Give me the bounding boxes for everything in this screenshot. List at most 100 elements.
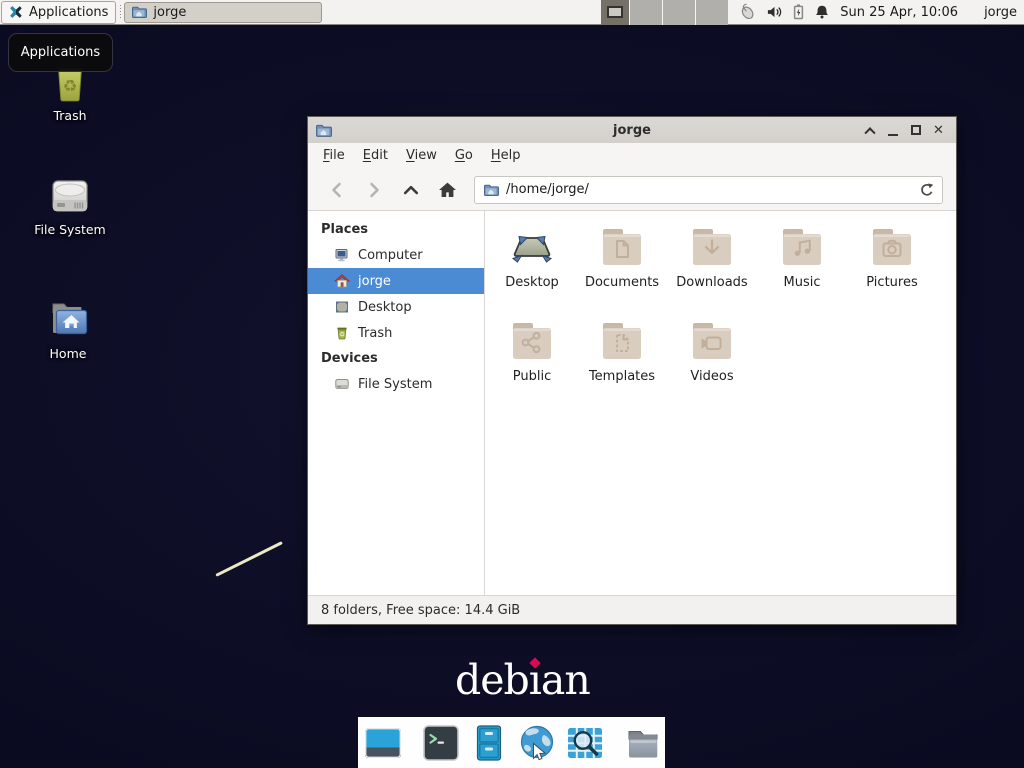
menu-help[interactable]: Help: [482, 143, 530, 169]
panel-handle[interactable]: [120, 5, 121, 19]
folder-item-downloads[interactable]: Downloads: [667, 223, 757, 307]
music-folder-icon: [778, 223, 826, 271]
status-text: 8 folders, Free space: 14.4 GiB: [321, 603, 520, 618]
window-titlebar[interactable]: jorge ✕: [308, 117, 956, 143]
system-tray: [737, 3, 830, 21]
reload-icon[interactable]: [918, 182, 934, 198]
folder-item-music[interactable]: Music: [757, 223, 847, 307]
desktop-icon: [334, 299, 350, 315]
taskbar-window-label: jorge: [153, 5, 186, 20]
menu-view[interactable]: View: [397, 143, 446, 169]
panel-username[interactable]: jorge: [984, 5, 1017, 20]
up-icon: [401, 180, 421, 200]
up-button[interactable]: [392, 175, 429, 205]
menu-bar: File Edit View Go Help: [308, 143, 956, 169]
minimize-icon: [888, 134, 898, 136]
forward-icon: [364, 180, 384, 200]
user-home-icon: [334, 273, 350, 289]
svg-text:♻: ♻: [63, 76, 78, 95]
folder-label: Templates: [589, 369, 655, 384]
menu-go[interactable]: Go: [446, 143, 482, 169]
videos-folder-icon: [688, 317, 736, 365]
documents-folder-icon: [598, 223, 646, 271]
volume-icon[interactable]: [766, 4, 783, 20]
file-cabinet-icon: [469, 723, 509, 763]
sidebar-header-devices: Devices: [308, 346, 484, 371]
back-button[interactable]: [318, 175, 355, 205]
sidebar-item-jorge[interactable]: jorge: [308, 268, 484, 294]
terminal-icon: [421, 723, 461, 763]
workspace-1[interactable]: [601, 0, 629, 25]
forward-button[interactable]: [355, 175, 392, 205]
sidebar-item-label: Trash: [358, 326, 392, 341]
file-manager-button[interactable]: [469, 722, 509, 764]
taskbar-window-button[interactable]: jorge: [124, 2, 322, 23]
svg-text:♻: ♻: [339, 331, 345, 339]
applications-tooltip: Applications: [8, 33, 113, 72]
shade-icon: [864, 127, 875, 138]
folder-icon-view: Desktop Documents Download: [485, 211, 956, 595]
directory-menu-button[interactable]: [623, 722, 663, 764]
downloads-folder-icon: [688, 223, 736, 271]
applications-menu-button[interactable]: Applications: [1, 1, 116, 24]
home-button[interactable]: [429, 175, 466, 205]
folder-label: Public: [513, 369, 551, 384]
folder-label: Videos: [690, 369, 733, 384]
sidebar-header-places: Places: [308, 217, 484, 242]
desktop-icon-label: File System: [20, 222, 120, 237]
folder-item-public[interactable]: Public: [487, 317, 577, 401]
desktop-special-icon: [508, 223, 556, 271]
folder-item-templates[interactable]: Templates: [577, 317, 667, 401]
folder-item-pictures[interactable]: Pictures: [847, 223, 937, 307]
status-bar: 8 folders, Free space: 14.4 GiB: [308, 595, 956, 624]
app-finder-icon: [565, 723, 605, 763]
desktop-icon-label: Home: [18, 346, 118, 361]
show-desktop-button[interactable]: [363, 722, 403, 764]
sidebar-item-label: Desktop: [358, 300, 412, 315]
terminal-button[interactable]: [421, 722, 461, 764]
folder-label: Desktop: [505, 275, 559, 290]
close-icon: ✕: [933, 124, 944, 137]
mouse-icon[interactable]: [737, 3, 757, 21]
workspace-4[interactable]: [695, 0, 728, 25]
show-desktop-icon: [363, 723, 403, 763]
battery-charging-icon[interactable]: [792, 3, 805, 21]
shade-button[interactable]: [858, 117, 881, 143]
web-browser-button[interactable]: [517, 722, 557, 764]
panel-clock[interactable]: Sun 25 Apr, 10:06: [840, 5, 958, 20]
hard-drive-icon: [20, 168, 120, 218]
folder-label: Documents: [585, 275, 659, 290]
places-sidebar: Places Computer jorge: [308, 211, 485, 595]
workspace-2[interactable]: [629, 0, 662, 25]
folder-item-documents[interactable]: Documents: [577, 223, 667, 307]
applications-x-icon: [8, 4, 24, 20]
sidebar-item-desktop[interactable]: Desktop: [308, 294, 484, 320]
desktop-icon-file-system[interactable]: File System: [20, 168, 120, 237]
applications-label: Applications: [29, 5, 108, 20]
desktop-icon-home[interactable]: Home: [18, 292, 118, 361]
sidebar-item-computer[interactable]: Computer: [308, 242, 484, 268]
application-finder-button[interactable]: [565, 722, 605, 764]
desktop-icon-label: Trash: [20, 108, 120, 123]
notifications-bell-icon[interactable]: [814, 4, 830, 20]
menu-file[interactable]: File: [314, 143, 354, 169]
debian-logo: debıan: [455, 660, 590, 701]
maximize-icon: [911, 125, 921, 135]
pictures-folder-icon: [868, 223, 916, 271]
menu-edit[interactable]: Edit: [354, 143, 397, 169]
folder-item-desktop[interactable]: Desktop: [487, 223, 577, 307]
maximize-button[interactable]: [904, 117, 927, 143]
gray-folder-icon: [623, 723, 663, 763]
computer-icon: [334, 247, 350, 263]
workspace-3[interactable]: [662, 0, 695, 25]
minimize-button[interactable]: [881, 117, 904, 143]
toolbar: /home/jorge/: [308, 169, 956, 211]
home-folder-icon: [18, 292, 118, 342]
public-folder-icon: [508, 317, 556, 365]
sidebar-item-file-system[interactable]: File System: [308, 371, 484, 397]
close-button[interactable]: ✕: [927, 117, 950, 143]
folder-item-videos[interactable]: Videos: [667, 317, 757, 401]
sidebar-item-trash[interactable]: ♻ Trash: [308, 320, 484, 346]
home-icon: [437, 180, 458, 200]
address-bar[interactable]: /home/jorge/: [474, 176, 943, 204]
